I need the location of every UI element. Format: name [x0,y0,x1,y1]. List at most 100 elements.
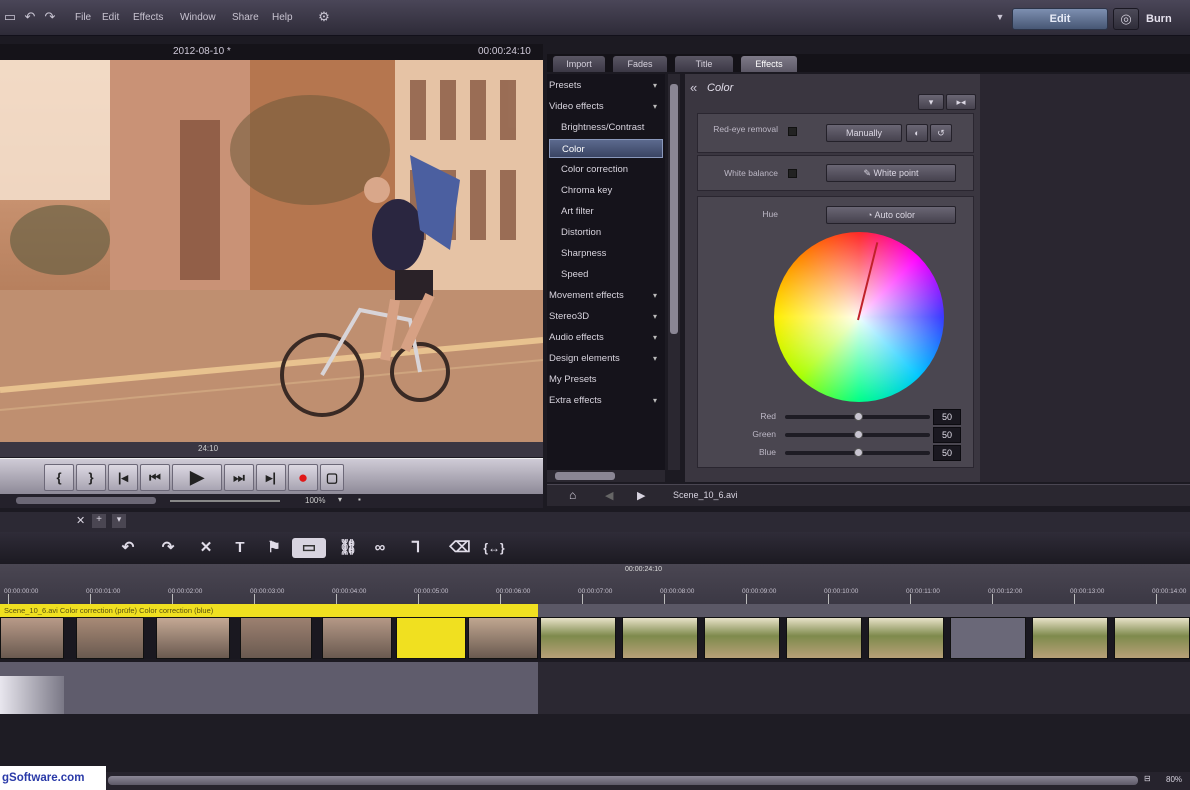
effects-item[interactable]: Speed [549,265,663,284]
manually-button[interactable]: Manually [826,124,902,142]
zoom-slider[interactable] [170,500,280,502]
undo-tool-icon[interactable]: ↶ [116,538,140,558]
effects-item[interactable]: Design elements ▾ [549,349,663,368]
effects-item[interactable]: Presets ▾ [549,76,663,95]
expand-arrow-icon[interactable]: ▾ [653,391,657,410]
effects-item[interactable]: Art filter [549,202,663,221]
effects-item[interactable]: Extra effects ▾ [549,391,663,410]
prev-marker-button[interactable]: |◂ [108,464,138,491]
edit-mode-button[interactable]: Edit [1012,8,1108,30]
effects-item[interactable]: Sharpness [549,244,663,263]
zoom-dropdown-icon[interactable]: ▾ [338,495,342,504]
zoom-fit-icon[interactable]: ⊟ [1144,774,1151,783]
effects-hscroll-thumb[interactable] [555,472,615,480]
record-button[interactable]: ● [288,464,318,491]
menu-help[interactable]: Help [272,12,293,23]
slider-value[interactable]: 50 [933,409,961,425]
forward-arrow-icon[interactable]: ▶ [637,489,645,502]
clip-thumbnail[interactable] [396,617,466,659]
menu-edit[interactable]: Edit [102,12,119,23]
expand-arrow-icon[interactable]: ▾ [653,328,657,347]
skip-back-button[interactable]: ⏮ [140,464,170,491]
effects-hscrollbar[interactable] [547,470,665,482]
tab-title[interactable]: Title [675,56,733,72]
white-point-button[interactable]: ✎ White point [826,164,956,182]
timeline-ruler[interactable]: 00:00:24:10 00:00:00:00 00:00:01:00 00:00:… [0,564,1190,604]
folder-icon[interactable]: ▭ [2,9,18,25]
clip-thumbnail[interactable] [868,617,944,659]
delete-icon[interactable]: ✕ [194,538,218,558]
effects-item[interactable]: Audio effects ▾ [549,328,663,347]
link-icon[interactable]: ⛓ [336,538,360,558]
audio-clip[interactable] [0,662,538,714]
effects-scrollbar[interactable] [668,74,680,470]
back-arrow-icon[interactable]: ◀ [605,489,613,502]
slider-knob[interactable] [853,412,863,421]
effects-item[interactable]: Chroma key [549,181,663,200]
expand-arrow-icon[interactable]: ▾ [653,286,657,305]
fullscreen-icon[interactable]: ▪ [358,495,361,504]
clip-mode-icon[interactable]: ▭ [292,538,326,558]
split-icon[interactable]: ⅂ [404,538,428,558]
tab-fades[interactable]: Fades [613,56,667,72]
settings-icon[interactable]: ⚙ [316,9,332,25]
clip-thumbnail[interactable] [950,617,1026,659]
trim-icon[interactable]: {↔} [482,538,506,558]
next-marker-button[interactable]: ▸| [256,464,286,491]
effects-item[interactable]: Video effects ▾ [549,97,663,116]
mark-out-button[interactable]: } [76,464,106,491]
track1-clip-header[interactable]: Scene_10_6.avi Color correction (prüfe) … [0,604,538,617]
marker-icon[interactable]: ⚑ [262,538,286,558]
empty-tracks[interactable] [0,714,1190,772]
clip-thumbnail[interactable] [322,617,392,659]
red-eye-checkbox[interactable] [788,127,797,136]
eraser-icon[interactable]: ⌫ [448,538,472,558]
track1-clip-header-2[interactable] [538,604,1190,617]
play-button[interactable]: ▶ [172,464,222,491]
slider-knob[interactable] [853,430,863,439]
clip-thumbnail[interactable] [786,617,862,659]
eye-icon[interactable]: ◐ [906,124,928,142]
redo-tool-icon[interactable]: ↷ [156,538,180,558]
effects-item[interactable]: Color correction [549,160,663,179]
effects-item[interactable]: My Presets [549,370,663,389]
clip-thumbnail[interactable] [1114,617,1190,659]
clip-thumbnail[interactable] [156,617,230,659]
clip-thumbnail[interactable] [76,617,144,659]
expand-arrow-icon[interactable]: ▾ [653,349,657,368]
effects-item[interactable]: Brightness/Contrast [549,118,663,137]
group-icon[interactable]: ∞ [368,538,392,558]
clip-thumbnail[interactable] [1032,617,1108,659]
effects-item[interactable]: Movement effects ▾ [549,286,663,305]
back-icon[interactable]: « [690,80,697,95]
tab-import[interactable]: Import [553,56,605,72]
slider-value[interactable]: 50 [933,427,961,443]
video-preview[interactable] [0,60,543,442]
video-track[interactable] [0,617,1190,659]
text-icon[interactable]: T [228,538,252,558]
redo-icon[interactable]: ↷ [42,9,58,25]
mark-in-button[interactable]: { [44,464,74,491]
tab-effects[interactable]: Effects [741,56,797,72]
clip-thumbnail[interactable] [704,617,780,659]
clip-thumbnail[interactable] [0,617,64,659]
clip-thumbnail[interactable] [468,617,538,659]
expand-arrow-icon[interactable]: ▾ [653,76,657,95]
preview-scrubber[interactable]: 24:10 [0,442,543,457]
undo-icon[interactable]: ↶ [22,9,38,25]
panel-dropdown-icon[interactable]: ▾ [918,94,944,110]
clip-thumbnail[interactable] [622,617,698,659]
expand-arrow-icon[interactable]: ▾ [653,97,657,116]
reset-icon[interactable]: ↺ [930,124,952,142]
preview-scroll[interactable] [16,497,156,504]
timeline-scroll-thumb[interactable] [108,776,1138,785]
menu-file[interactable]: File [75,12,91,23]
clip-thumbnail[interactable] [540,617,616,659]
dropdown-icon[interactable]: ▼ [992,9,1008,25]
menu-effects[interactable]: Effects [133,12,163,23]
menu-share[interactable]: Share [232,12,259,23]
stop-button[interactable]: ▢ [320,464,344,491]
slider-knob[interactable] [853,448,863,457]
effects-item[interactable]: Stereo3D ▾ [549,307,663,326]
effects-item[interactable]: Color [549,139,663,158]
